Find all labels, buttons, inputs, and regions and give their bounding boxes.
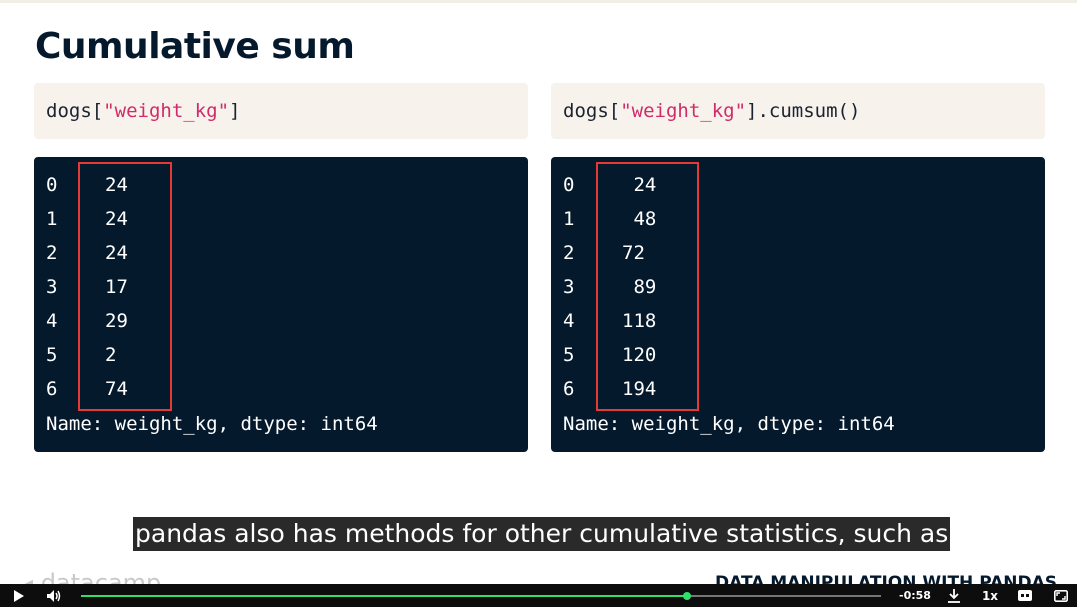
course-title: DATA MANIPULATION WITH PANDAS (715, 573, 1057, 584)
subtitle-caption: pandas also has methods for other cumula… (133, 517, 951, 551)
download-button[interactable] (943, 584, 965, 607)
fullscreen-icon (1054, 589, 1068, 602)
play-icon (13, 589, 24, 602)
captions-icon (1018, 590, 1032, 601)
series-name-line: Name: weight_kg, dtype: int64 (563, 413, 895, 435)
code-suffix: ] (229, 100, 241, 122)
captions-button[interactable] (1014, 584, 1036, 607)
video-slide: Cumulative sum dogs["weight_kg"] dogs["w… (0, 0, 1077, 607)
playback-speed-button[interactable]: 1x (979, 584, 1001, 607)
volume-button[interactable] (43, 584, 65, 607)
value-highlight-box (596, 162, 699, 411)
top-rule (0, 0, 1077, 3)
datacamp-logo: ◂ datacamp (22, 568, 161, 584)
left-output-box: 0 24 1 24 2 24 3 17 4 29 52 6 74 Name: weight_… (34, 157, 528, 452)
time-remaining: -0:58 (899, 589, 931, 602)
progress-fill (81, 595, 688, 597)
code-prefix: dogs[ (563, 100, 621, 122)
slide-title: Cumulative sum (35, 26, 355, 67)
video-controls: -0:58 1x (0, 584, 1077, 607)
play-button[interactable] (8, 584, 28, 607)
code-string: "weight_kg" (620, 100, 747, 122)
code-prefix: dogs[ (46, 100, 104, 122)
right-code-box: dogs["weight_kg"].cumsum() (551, 83, 1045, 139)
logo-text: datacamp (40, 569, 162, 584)
download-icon (948, 588, 960, 603)
volume-icon (47, 589, 61, 602)
value-highlight-box (78, 162, 172, 411)
progress-thumb[interactable] (683, 592, 692, 600)
right-output-box: 0 24 1 48 2 72 3 89 4 118 5 120 6 194 Name: … (551, 157, 1045, 452)
series-name-line: Name: weight_kg, dtype: int64 (46, 413, 378, 435)
progress-track[interactable] (81, 592, 881, 600)
code-suffix: ].cumsum() (746, 100, 861, 122)
code-string: "weight_kg" (103, 100, 230, 122)
fullscreen-button[interactable] (1050, 584, 1072, 607)
left-code-box: dogs["weight_kg"] (34, 83, 528, 139)
